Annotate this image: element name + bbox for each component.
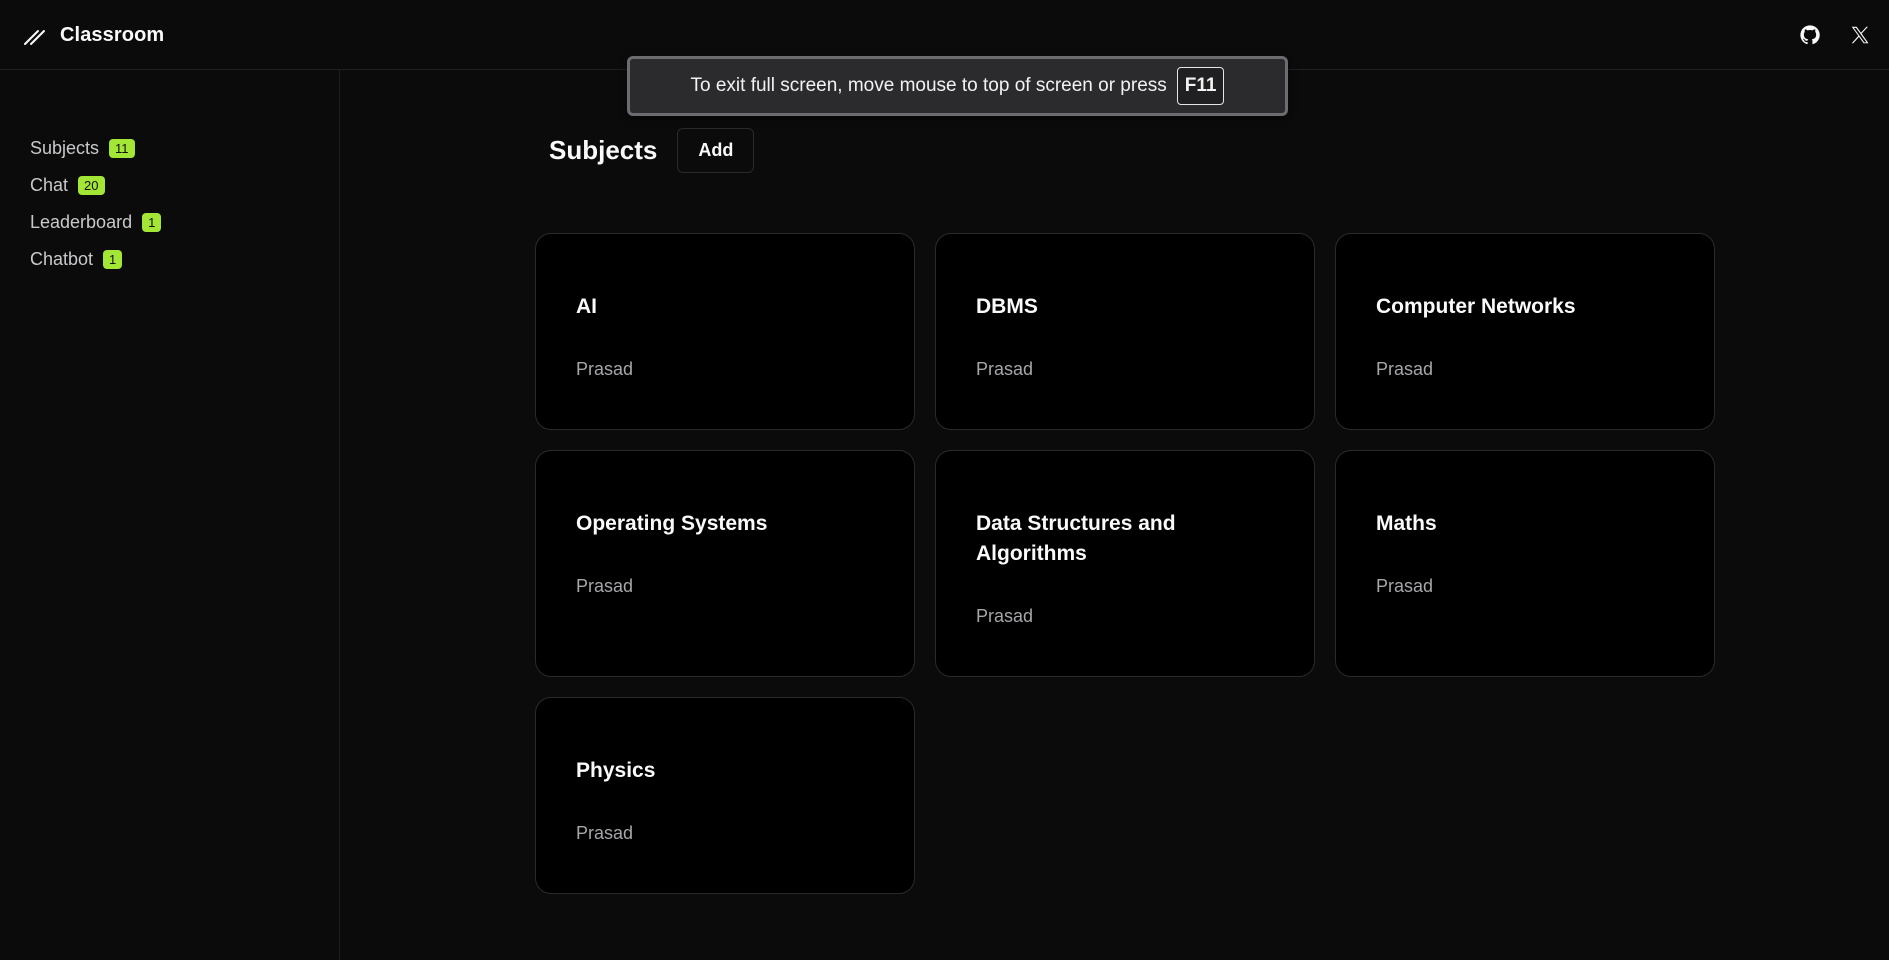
subject-owner: Prasad — [576, 823, 634, 843]
subject-card-physics[interactable]: Physics Prasad — [535, 697, 915, 894]
logo-slash-icon — [22, 23, 46, 47]
brand-link[interactable]: Classroom — [22, 20, 164, 50]
sidebar-item-leaderboard[interactable]: Leaderboard 1 — [30, 204, 162, 241]
subject-card-operating-systems[interactable]: Operating Systems Prasad — [535, 450, 915, 677]
app-title: Classroom — [60, 23, 165, 46]
subject-card-ai[interactable]: AI Prasad — [535, 233, 915, 430]
subject-title: Data Structures and Algorithms — [976, 512, 1176, 565]
sidebar-item-chat[interactable]: Chat 20 — [30, 167, 161, 204]
add-subject-button[interactable]: Add — [677, 127, 755, 173]
subject-card-maths[interactable]: Maths Prasad — [1335, 450, 1715, 677]
subject-title: DBMS — [976, 295, 1038, 318]
sidebar-item-label: Subjects — [30, 138, 100, 158]
subject-card-dbms[interactable]: DBMS Prasad — [935, 233, 1315, 430]
subjects-grid: AI Prasad DBMS Prasad Computer Networks … — [535, 233, 1715, 894]
sidebar: Subjects 11 Chat 20 Leaderboard 1 Chatbo… — [0, 70, 340, 960]
page-title: Subjects — [549, 134, 658, 165]
subject-title: Maths — [1376, 512, 1437, 535]
sidebar-item-subjects[interactable]: Subjects 11 — [30, 130, 161, 167]
subject-title: Computer Networks — [1376, 295, 1576, 318]
subject-owner: Prasad — [1376, 359, 1434, 379]
fullscreen-exit-notice: To exit full screen, move mouse to top o… — [627, 56, 1288, 116]
sidebar-item-label: Chat — [30, 175, 69, 195]
count-badge: 11 — [109, 139, 135, 158]
fullscreen-notice-text: To exit full screen, move mouse to top o… — [690, 75, 1167, 96]
sidebar-item-label: Leaderboard — [30, 212, 133, 232]
subject-title: Operating Systems — [576, 512, 768, 535]
sidebar-nav: Subjects 11 Chat 20 Leaderboard 1 Chatbo… — [30, 130, 162, 278]
count-badge: 1 — [142, 213, 162, 232]
subject-owner: Prasad — [976, 606, 1034, 626]
subject-card-data-structures[interactable]: Data Structures and Algorithms Prasad — [935, 450, 1315, 677]
subject-card-computer-networks[interactable]: Computer Networks Prasad — [1335, 233, 1715, 430]
count-badge: 1 — [103, 250, 123, 269]
subject-owner: Prasad — [1376, 576, 1434, 596]
x-icon[interactable] — [1845, 20, 1875, 50]
subject-title: AI — [576, 295, 597, 318]
sidebar-item-chatbot[interactable]: Chatbot 1 — [30, 241, 161, 278]
subject-owner: Prasad — [576, 576, 634, 596]
subject-owner: Prasad — [576, 359, 634, 379]
header-icons — [1795, 20, 1875, 50]
count-badge: 20 — [78, 176, 105, 195]
sidebar-item-label: Chatbot — [30, 249, 94, 269]
keyboard-key: F11 — [1176, 67, 1225, 105]
github-icon[interactable] — [1795, 20, 1825, 50]
subject-title: Physics — [576, 759, 656, 782]
subject-owner: Prasad — [976, 359, 1034, 379]
subjects-header: Subjects Add — [549, 127, 755, 173]
